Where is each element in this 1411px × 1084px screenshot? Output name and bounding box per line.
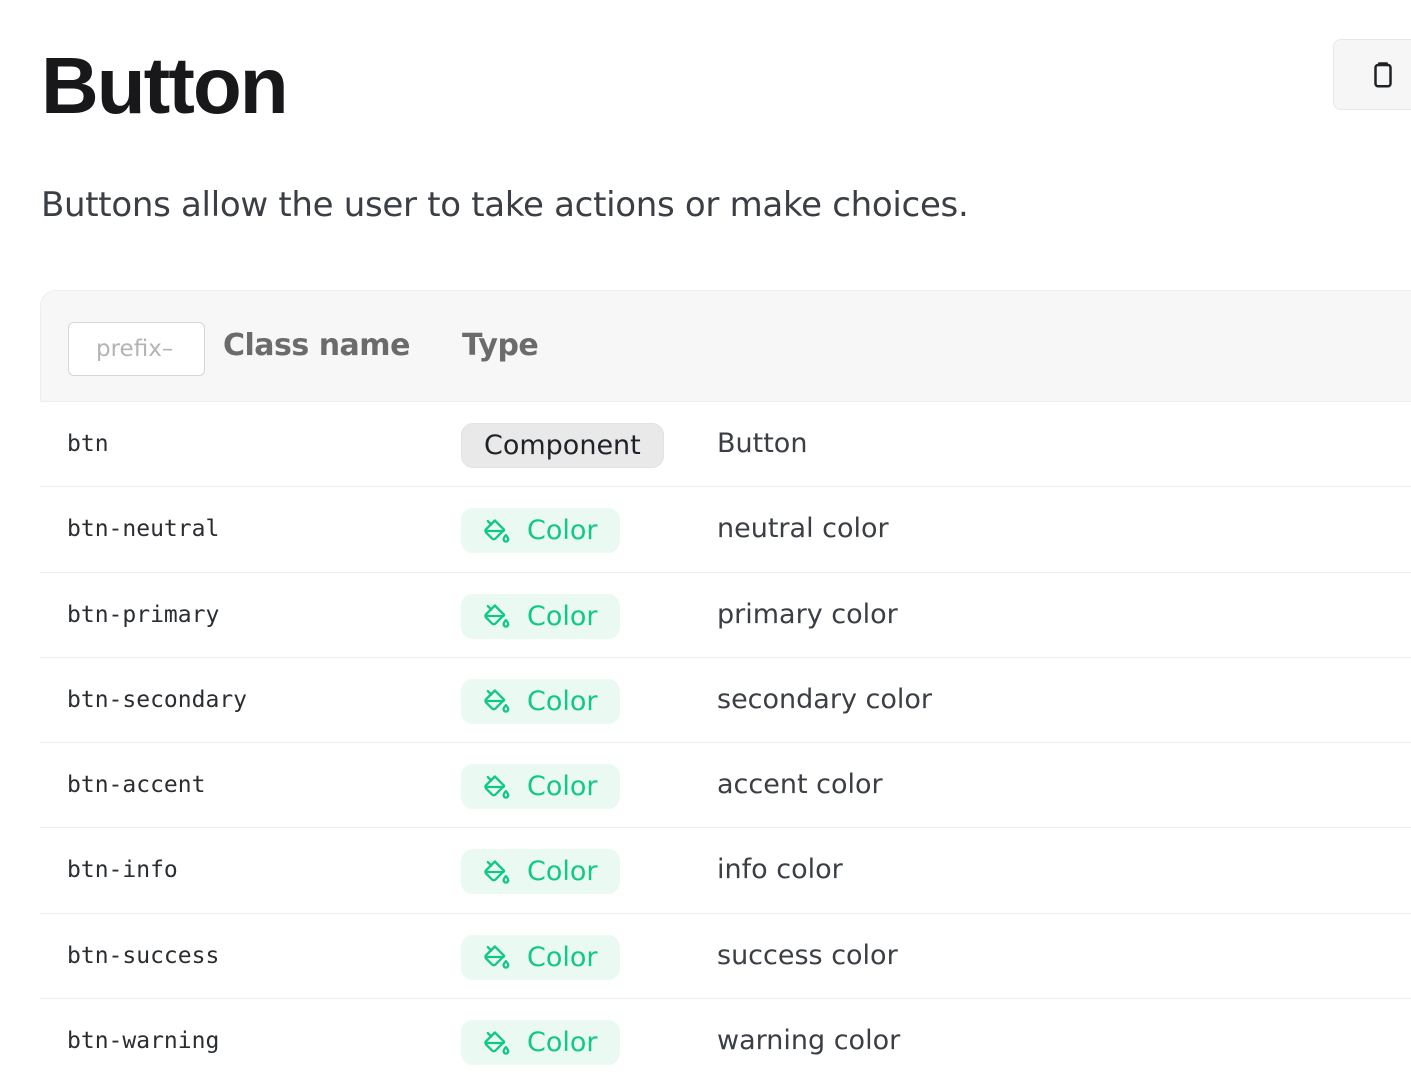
class-name-cell: btn-primary (67, 601, 220, 628)
paint-bucket-icon (484, 519, 510, 543)
type-badge-label: Color (527, 685, 598, 717)
type-badge-label: Color (527, 515, 598, 547)
type-badge-label: Color (527, 771, 598, 803)
class-name-cell: btn-warning (67, 1028, 220, 1055)
column-header-class-name: Class name (223, 328, 410, 363)
description-cell: info color (717, 854, 843, 886)
description-cell: Button (717, 428, 808, 459)
type-badge-label: Color (527, 856, 598, 888)
type-badge-color: Color (461, 764, 620, 810)
paint-bucket-icon (484, 775, 510, 799)
type-badge-component: Component (461, 423, 664, 468)
table-row: btn-info Color info color (40, 828, 1411, 914)
column-header-type: Type (462, 328, 539, 363)
class-name-cell: btn (67, 431, 109, 457)
type-badge-label: Component (484, 430, 641, 461)
paint-bucket-icon (484, 860, 510, 884)
prefix-input[interactable] (68, 322, 205, 376)
paint-bucket-icon (484, 1030, 510, 1055)
table-row: btn-warning Color warning color (40, 999, 1411, 1084)
table-body: btn Component Button btn-neutral Color neutra… (40, 402, 1411, 1084)
type-badge-label: Color (527, 941, 598, 973)
class-name-cell: btn-neutral (67, 516, 220, 543)
class-name-cell: btn-info (67, 857, 178, 884)
table-row: btn-accent Color accent color (40, 743, 1411, 829)
description-cell: success color (717, 939, 898, 971)
paint-bucket-icon (484, 604, 510, 628)
page-description: Buttons allow the user to take actions o… (41, 185, 969, 225)
class-table: Class name Type btn Component Button btn-ne… (40, 290, 1411, 1084)
table-row: btn-secondary Color secondary color (40, 658, 1411, 744)
description-cell: warning color (717, 1025, 901, 1057)
description-cell: accent color (717, 769, 883, 801)
table-row: btn Component Button (40, 402, 1411, 488)
paint-bucket-icon (484, 945, 510, 970)
type-badge-color: Color (461, 849, 620, 895)
type-badge-color: Color (461, 934, 620, 980)
type-badge-color: Color (461, 1020, 620, 1066)
table-row: btn-neutral Color neutral color (40, 487, 1411, 573)
description-cell: primary color (717, 598, 898, 630)
type-badge-color: Color (461, 508, 620, 554)
paint-bucket-icon (484, 689, 510, 714)
table-header: Class name Type (40, 290, 1411, 402)
description-cell: neutral color (717, 513, 889, 545)
table-row: btn-primary Color primary color (40, 573, 1411, 658)
page-title: Button (41, 41, 289, 130)
type-badge-label: Color (527, 600, 598, 632)
class-name-cell: btn-accent (67, 772, 206, 799)
type-badge-color: Color (461, 593, 620, 639)
type-badge-label: Color (527, 1027, 598, 1059)
clipboard-icon (1374, 62, 1392, 88)
table-row: btn-success Color success color (40, 914, 1411, 1000)
class-name-cell: btn-secondary (67, 686, 248, 713)
copy-button[interactable] (1333, 39, 1411, 110)
type-badge-color: Color (461, 678, 620, 724)
class-name-cell: btn-success (67, 942, 220, 969)
description-cell: secondary color (717, 683, 932, 715)
